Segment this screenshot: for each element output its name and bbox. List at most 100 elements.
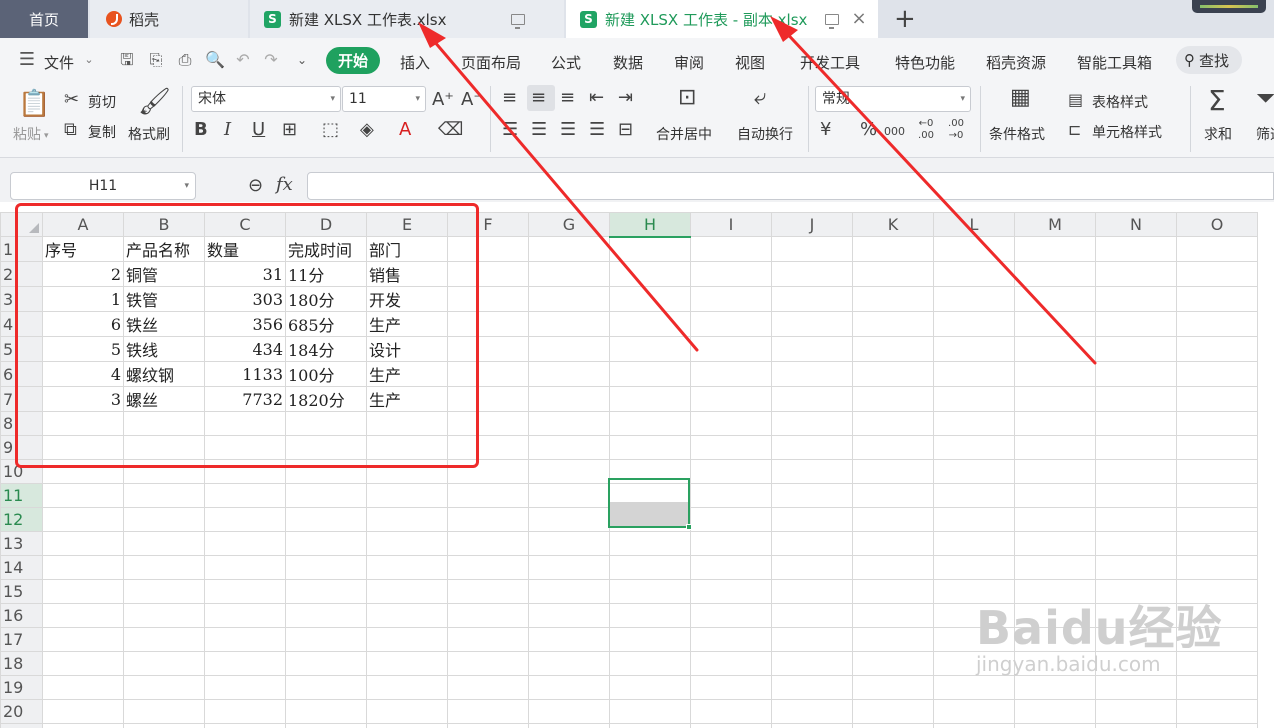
- cell[interactable]: [204, 459, 286, 484]
- cell[interactable]: [933, 723, 1015, 728]
- cell[interactable]: [42, 579, 124, 604]
- cell[interactable]: 1: [42, 286, 124, 312]
- cell[interactable]: 3: [42, 386, 124, 412]
- conditional-format-label[interactable]: 条件格式: [989, 124, 1045, 144]
- cell[interactable]: [285, 675, 367, 700]
- cell[interactable]: 生产: [366, 361, 448, 387]
- cell[interactable]: [528, 411, 610, 436]
- cell[interactable]: [852, 411, 934, 436]
- cell[interactable]: [771, 507, 853, 532]
- cell[interactable]: [123, 483, 205, 508]
- cell[interactable]: [447, 483, 529, 508]
- cell[interactable]: [1014, 531, 1096, 556]
- column-header[interactable]: B: [123, 212, 205, 237]
- column-header-selected[interactable]: H: [609, 212, 691, 238]
- cell[interactable]: [933, 459, 1015, 484]
- cell[interactable]: [204, 651, 286, 676]
- undo-icon[interactable]: ↶: [234, 51, 252, 69]
- cell[interactable]: [366, 411, 448, 436]
- cell[interactable]: [1014, 723, 1096, 728]
- column-header[interactable]: K: [852, 212, 934, 237]
- cell[interactable]: [285, 699, 367, 724]
- cell[interactable]: 6: [42, 311, 124, 337]
- cell[interactable]: [1095, 459, 1177, 484]
- cell[interactable]: [1014, 411, 1096, 436]
- cell[interactable]: [447, 603, 529, 628]
- row-header[interactable]: 20: [0, 699, 43, 724]
- row-header[interactable]: 6: [0, 361, 43, 387]
- cell[interactable]: [447, 627, 529, 652]
- cell[interactable]: [852, 603, 934, 628]
- cell[interactable]: [1014, 675, 1096, 700]
- cell[interactable]: [447, 411, 529, 436]
- cell[interactable]: [1176, 286, 1258, 312]
- cell[interactable]: [771, 459, 853, 484]
- cell[interactable]: [42, 531, 124, 556]
- cell[interactable]: [933, 699, 1015, 724]
- cut-label[interactable]: 剪切: [88, 92, 116, 112]
- cell[interactable]: [1014, 507, 1096, 532]
- fx-button[interactable]: fx: [276, 175, 293, 195]
- cell[interactable]: 1133: [204, 361, 286, 387]
- cell[interactable]: [123, 507, 205, 532]
- cell[interactable]: [771, 723, 853, 728]
- cell[interactable]: [123, 651, 205, 676]
- currency-button[interactable]: ¥: [820, 120, 831, 140]
- cell[interactable]: [690, 507, 772, 532]
- cell[interactable]: [204, 411, 286, 436]
- row-header[interactable]: 11: [0, 483, 43, 508]
- cell[interactable]: [852, 361, 934, 387]
- tab-daoke[interactable]: 稻壳: [90, 0, 248, 38]
- cell[interactable]: [852, 627, 934, 652]
- cell[interactable]: [204, 483, 286, 508]
- cell[interactable]: [204, 507, 286, 532]
- cell[interactable]: [609, 603, 691, 628]
- cell[interactable]: 销售: [366, 261, 448, 287]
- fill-color-icon[interactable]: ◈: [360, 120, 374, 140]
- cell[interactable]: [204, 723, 286, 728]
- merge-center-label[interactable]: 合并居中: [656, 124, 712, 144]
- cell[interactable]: [690, 555, 772, 580]
- tab-file1[interactable]: S 新建 XLSX 工作表.xlsx: [250, 0, 564, 38]
- cell[interactable]: [528, 507, 610, 532]
- align-center-icon[interactable]: ☰: [531, 120, 547, 140]
- column-header[interactable]: G: [528, 212, 610, 237]
- cell[interactable]: [285, 435, 367, 460]
- cell[interactable]: [771, 627, 853, 652]
- bold-button[interactable]: B: [194, 120, 208, 140]
- cell[interactable]: [1176, 723, 1258, 728]
- cell[interactable]: [852, 261, 934, 287]
- cell[interactable]: [852, 723, 934, 728]
- cell[interactable]: [771, 386, 853, 412]
- cell[interactable]: [1014, 311, 1096, 337]
- thousands-button[interactable]: 000: [884, 122, 905, 142]
- cell[interactable]: [690, 675, 772, 700]
- cell[interactable]: [1095, 386, 1177, 412]
- cell[interactable]: 1820分: [285, 386, 367, 412]
- cell[interactable]: [447, 531, 529, 556]
- menu-resources[interactable]: 稻壳资源: [986, 52, 1046, 73]
- align-bottom-icon[interactable]: ≡: [560, 88, 575, 108]
- cell[interactable]: [1095, 555, 1177, 580]
- cell[interactable]: [366, 459, 448, 484]
- row-header[interactable]: 13: [0, 531, 43, 556]
- cell[interactable]: [690, 261, 772, 287]
- cell[interactable]: [528, 603, 610, 628]
- cell[interactable]: [609, 435, 691, 460]
- cell[interactable]: [42, 627, 124, 652]
- redo-icon[interactable]: ↷: [262, 51, 280, 69]
- cell[interactable]: [1176, 699, 1258, 724]
- cell[interactable]: [771, 435, 853, 460]
- cell[interactable]: [852, 531, 934, 556]
- cell[interactable]: 356: [204, 311, 286, 337]
- cell[interactable]: [852, 336, 934, 362]
- cell[interactable]: [42, 435, 124, 460]
- justify-icon[interactable]: ☰: [589, 120, 605, 140]
- cell[interactable]: [447, 361, 529, 387]
- cell[interactable]: [690, 579, 772, 604]
- cell[interactable]: 180分: [285, 286, 367, 312]
- column-header[interactable]: A: [42, 212, 124, 237]
- name-box[interactable]: H11 ▾: [10, 172, 196, 200]
- cell[interactable]: [123, 459, 205, 484]
- cell[interactable]: [933, 531, 1015, 556]
